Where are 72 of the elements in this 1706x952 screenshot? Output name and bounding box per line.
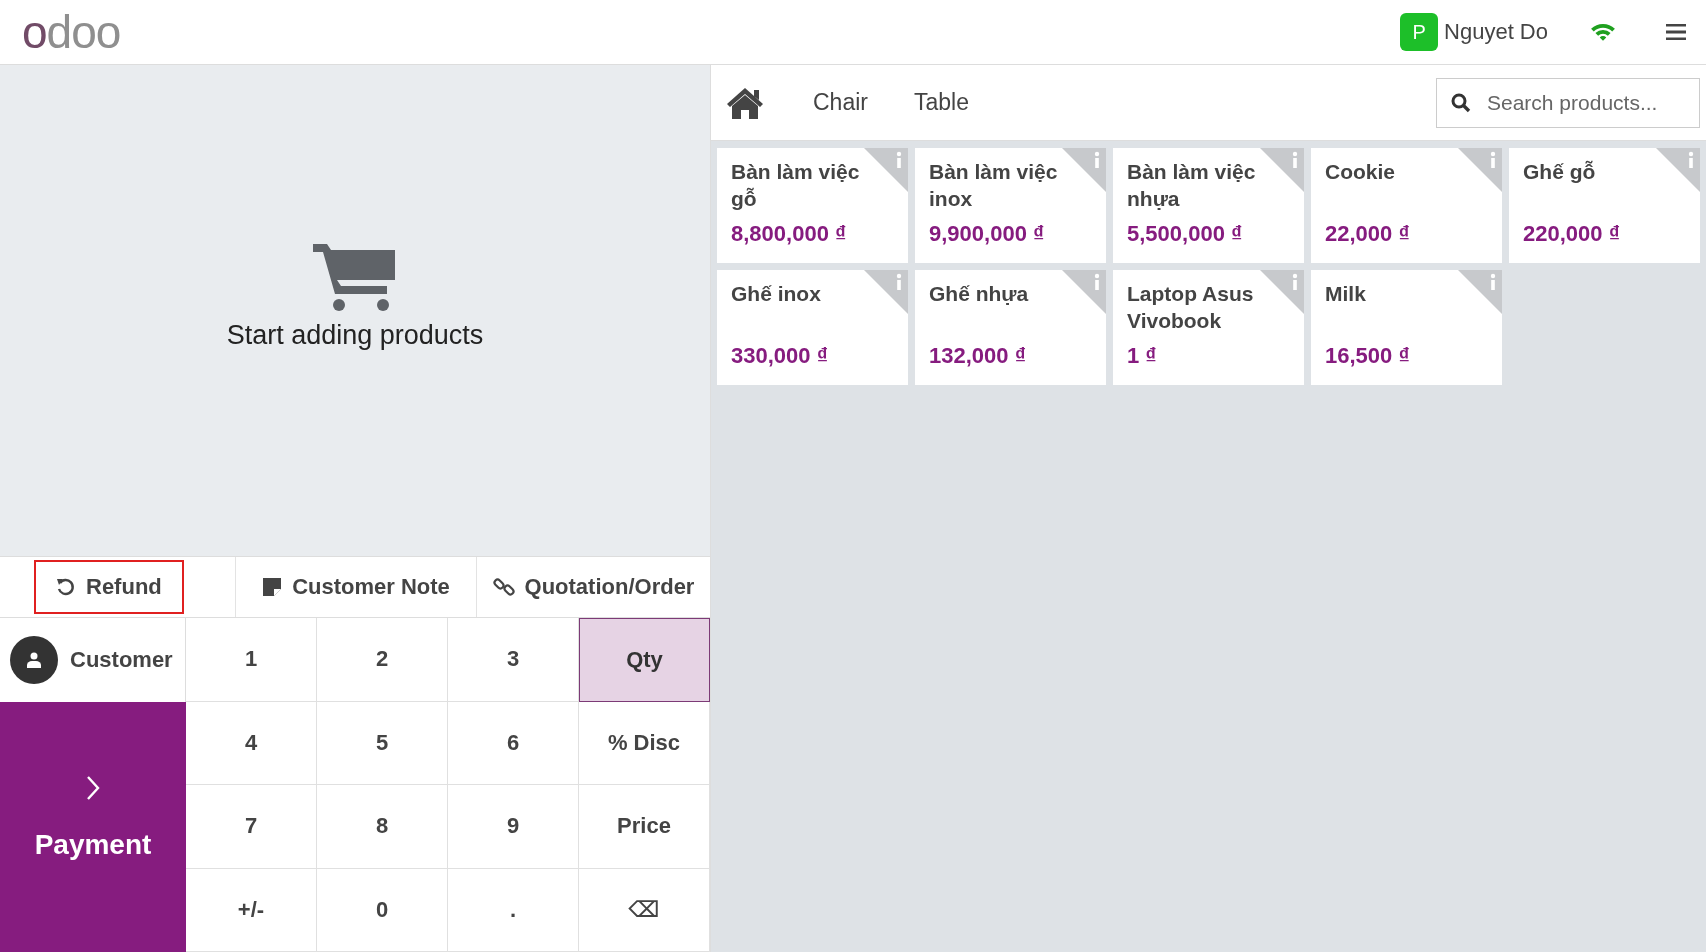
undo-icon — [56, 577, 76, 597]
numpad-key[interactable]: 0 — [317, 868, 448, 952]
category-tab[interactable]: Chair — [803, 81, 878, 124]
product-card[interactable]: Ghế gỗ 220,000 ₫ — [1509, 148, 1700, 263]
info-icon[interactable] — [864, 148, 908, 192]
product-name: Ghế nhựa — [929, 281, 1030, 307]
info-icon[interactable] — [1260, 270, 1304, 314]
info-icon[interactable] — [1260, 148, 1304, 192]
user-avatar: P — [1400, 13, 1439, 51]
product-name: Milk — [1325, 281, 1367, 307]
product-name: Cookie — [1325, 159, 1396, 185]
menu-icon[interactable] — [1666, 24, 1686, 40]
product-name: Bàn làm việc nhựa — [1127, 159, 1257, 212]
product-name: Laptop Asus Vivobook — [1127, 281, 1255, 334]
product-card[interactable]: Milk 16,500 ₫ — [1311, 270, 1502, 385]
category-tab[interactable]: Table — [903, 81, 979, 124]
link-icon — [492, 576, 515, 598]
info-icon[interactable] — [1458, 270, 1502, 314]
home-icon[interactable] — [725, 85, 765, 120]
product-price: 1 ₫ — [1127, 343, 1158, 369]
product-card[interactable]: Ghế inox 330,000 ₫ — [717, 270, 908, 385]
info-icon[interactable] — [1062, 148, 1106, 192]
wifi-icon[interactable] — [1590, 22, 1616, 42]
product-price: 132,000 ₫ — [929, 343, 1027, 369]
control-button[interactable]: Refund — [34, 560, 184, 614]
product-name: Ghế gỗ — [1523, 159, 1597, 185]
product-card[interactable]: Bàn làm việc nhựa 5,500,000 ₫ — [1113, 148, 1304, 263]
numpad-key[interactable]: 3 — [448, 618, 579, 702]
numpad-key[interactable]: 9 — [448, 785, 579, 869]
numpad-key[interactable]: 8 — [317, 785, 448, 869]
search-icon — [1451, 92, 1471, 113]
info-icon[interactable] — [1062, 270, 1106, 314]
info-icon[interactable] — [1656, 148, 1700, 192]
product-card[interactable]: Ghế nhựa 132,000 ₫ — [915, 270, 1106, 385]
product-price: 220,000 ₫ — [1523, 221, 1621, 247]
person-icon — [27, 652, 41, 668]
search-field[interactable]: Search products... — [1436, 77, 1700, 128]
product-price: 9,900,000 ₫ — [929, 221, 1046, 247]
empty-cart-message: Start adding products — [226, 320, 484, 351]
numpad-key[interactable]: . — [448, 868, 579, 952]
control-button[interactable]: Quotation/Order — [484, 560, 703, 614]
numpad-key[interactable]: 4 — [186, 701, 317, 785]
payment-button[interactable]: Payment — [0, 702, 186, 952]
product-card[interactable]: Cookie 22,000 ₫ — [1311, 148, 1502, 263]
note-icon — [262, 577, 283, 597]
numpad-key[interactable]: 6 — [448, 701, 579, 785]
product-card[interactable]: Bàn làm việc inox 9,900,000 ₫ — [915, 148, 1106, 263]
product-card[interactable]: Bàn làm việc gỗ 8,800,000 ₫ — [717, 148, 908, 263]
numpad-key[interactable]: ⌫ — [579, 868, 710, 952]
product-price: 8,800,000 ₫ — [731, 221, 848, 247]
info-icon[interactable] — [1458, 148, 1502, 192]
product-name: Bàn làm việc gỗ — [731, 159, 861, 212]
product-price: 330,000 ₫ — [731, 343, 829, 369]
numpad-key[interactable]: 5 — [317, 701, 448, 785]
product-price: 5,500,000 ₫ — [1127, 221, 1244, 247]
control-button[interactable]: Customer Note — [254, 560, 458, 614]
user-name[interactable]: Nguyet Do — [1444, 19, 1548, 45]
product-price: 22,000 ₫ — [1325, 221, 1411, 247]
product-name: Bàn làm việc inox — [929, 159, 1059, 212]
numpad-key[interactable]: +/- — [186, 868, 317, 952]
numpad-key[interactable]: 1 — [186, 618, 317, 702]
numpad-key[interactable]: 2 — [317, 618, 448, 702]
numpad-key[interactable]: % Disc — [579, 701, 710, 785]
product-card[interactable]: Laptop Asus Vivobook 1 ₫ — [1113, 270, 1304, 385]
logo: odoo — [22, 5, 121, 59]
product-name: Ghế inox — [731, 281, 822, 307]
numpad-key[interactable]: Price — [579, 785, 710, 869]
numpad-key[interactable]: Qty — [579, 618, 710, 702]
info-icon[interactable] — [864, 270, 908, 314]
product-price: 16,500 ₫ — [1325, 343, 1411, 369]
chevron-right-icon — [86, 774, 100, 801]
numpad-key[interactable]: 7 — [186, 785, 317, 869]
